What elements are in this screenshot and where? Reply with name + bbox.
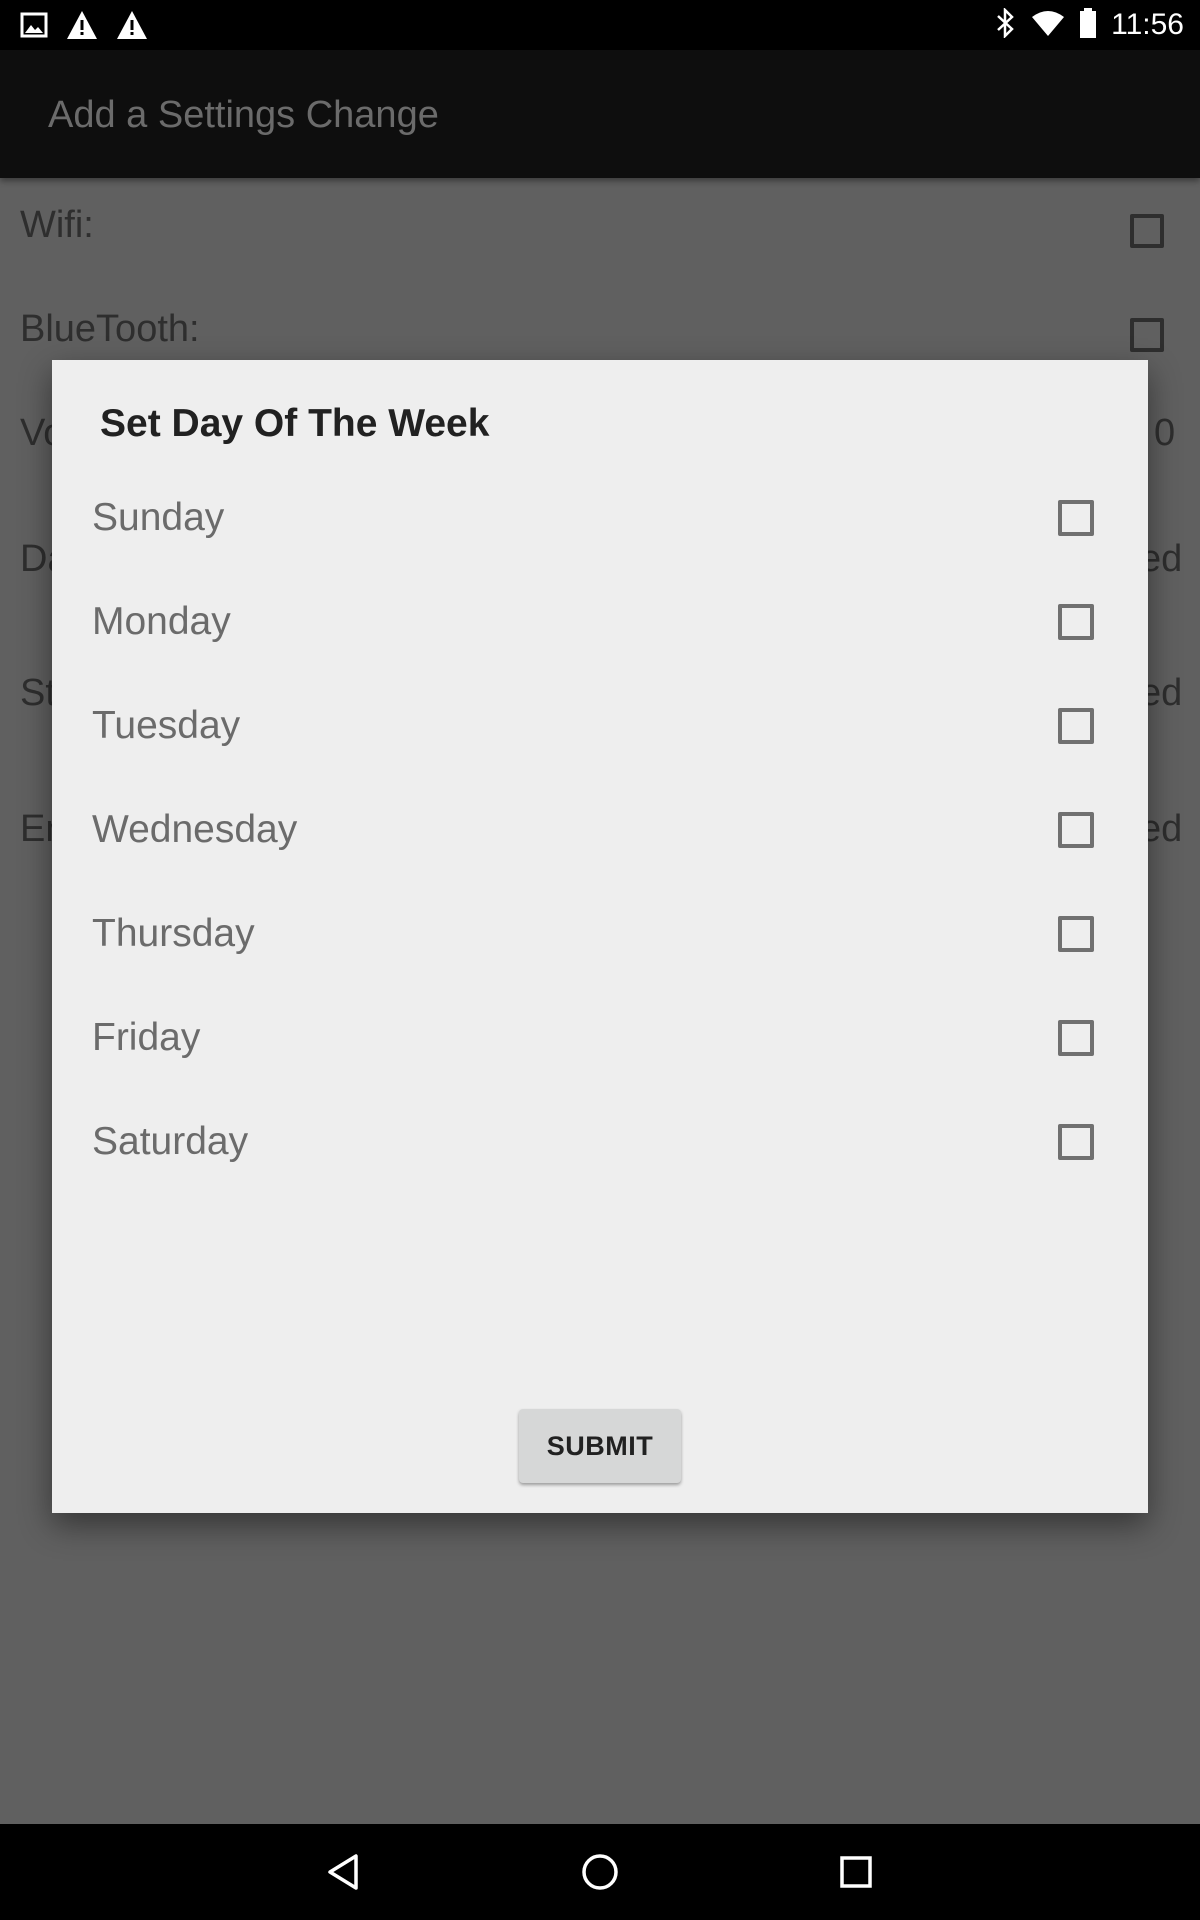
day-checkbox-monday[interactable] xyxy=(1058,604,1094,640)
submit-button[interactable]: SUBMIT xyxy=(519,1409,681,1483)
battery-icon xyxy=(1079,7,1097,43)
image-icon xyxy=(20,11,48,44)
day-label: Saturday xyxy=(92,1120,249,1163)
day-checkbox-thursday[interactable] xyxy=(1058,916,1094,952)
day-row-wednesday[interactable]: Wednesday xyxy=(52,790,1148,894)
day-checkbox-friday[interactable] xyxy=(1058,1020,1094,1056)
notification-icons xyxy=(20,10,148,45)
clock: 11:56 xyxy=(1111,8,1184,41)
day-row-monday[interactable]: Monday xyxy=(52,582,1148,686)
day-row-thursday[interactable]: Thursday xyxy=(52,894,1148,998)
start-label: St xyxy=(20,672,56,714)
warning-icon xyxy=(66,10,98,45)
day-label: Thursday xyxy=(92,912,255,955)
back-icon[interactable] xyxy=(314,1842,374,1902)
day-row-tuesday[interactable]: Tuesday xyxy=(52,686,1148,790)
day-checkbox-saturday[interactable] xyxy=(1058,1124,1094,1160)
day-row-sunday[interactable]: Sunday xyxy=(52,478,1148,582)
day-row-friday[interactable]: Friday xyxy=(52,998,1148,1102)
day-row-saturday[interactable]: Saturday xyxy=(52,1102,1148,1206)
day-list: Sunday Monday Tuesday Wednesday Thursday… xyxy=(52,478,1148,1206)
day-of-week-dialog: Set Day Of The Week Sunday Monday Tuesda… xyxy=(52,360,1148,1513)
app-toolbar: Add a Settings Change xyxy=(0,50,1200,178)
recents-icon[interactable] xyxy=(826,1842,886,1902)
day-checkbox-wednesday[interactable] xyxy=(1058,812,1094,848)
navigation-bar xyxy=(0,1824,1200,1920)
dialog-title: Set Day Of The Week xyxy=(100,402,490,445)
status-bar: 11:56 xyxy=(0,0,1200,50)
day-checkbox-tuesday[interactable] xyxy=(1058,708,1094,744)
day-label: Wednesday xyxy=(92,808,298,851)
home-icon[interactable] xyxy=(570,1842,630,1902)
bluetooth-label: BlueTooth: xyxy=(20,308,200,350)
day-label: Sunday xyxy=(92,496,225,539)
day-checkbox-sunday[interactable] xyxy=(1058,500,1094,536)
day-label: Monday xyxy=(92,600,231,643)
bluetooth-icon xyxy=(995,6,1017,43)
wifi-label: Wifi: xyxy=(20,204,94,246)
page-title: Add a Settings Change xyxy=(48,94,439,136)
volume-value: 0 xyxy=(1154,412,1176,454)
warning-icon xyxy=(116,10,148,45)
wifi-icon xyxy=(1031,9,1065,42)
day-label: Tuesday xyxy=(92,704,241,747)
system-icons: 11:56 xyxy=(995,0,1184,50)
bluetooth-checkbox[interactable] xyxy=(1130,318,1164,352)
wifi-checkbox[interactable] xyxy=(1130,214,1164,248)
day-label: Friday xyxy=(92,1016,201,1059)
